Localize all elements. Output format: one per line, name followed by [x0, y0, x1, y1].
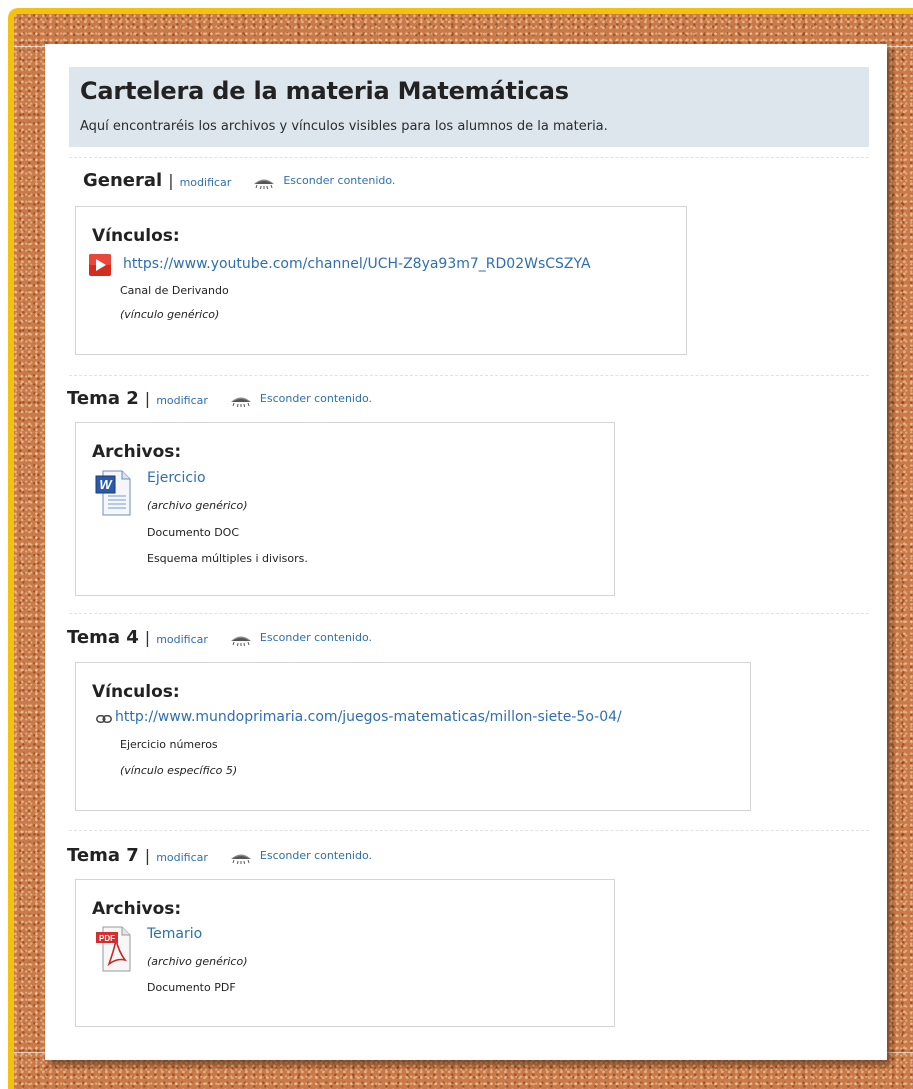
closed-eye-icon — [230, 397, 251, 407]
board-header: Cartelera de la materia Matemáticas Aquí… — [69, 67, 869, 147]
section-title: General — [83, 170, 163, 191]
section-title: Tema 7 — [67, 845, 139, 866]
modify-link[interactable]: modificar — [156, 394, 208, 407]
section-header-tema-7: Tema 7 | modificar Esconder contenido. — [67, 845, 372, 866]
links-box-tema-4: Vínculos: http://www.mundoprimaria.com/j… — [75, 662, 751, 811]
file-link-temario[interactable]: Temario — [147, 926, 202, 942]
page-title: Cartelera de la materia Matemáticas — [80, 77, 569, 105]
youtube-channel-link[interactable]: https://www.youtube.com/channel/UCH-Z8ya… — [123, 256, 591, 272]
box-title: Vínculos: — [92, 682, 180, 702]
svg-text:PDF: PDF — [99, 934, 115, 943]
link-type: (vínculo específico 5) — [120, 764, 238, 777]
youtube-play-icon — [89, 254, 111, 276]
file-description: Esquema múltiples i divisors. — [147, 552, 308, 565]
section-title: Tema 2 — [67, 388, 139, 409]
separator: | — [144, 389, 151, 408]
files-box-tema-7: Archivos: PDF Temario (archivo genérico)… — [75, 879, 615, 1027]
file-link-ejercicio[interactable]: Ejercicio — [147, 470, 206, 486]
file-format: Documento PDF — [147, 981, 236, 994]
pdf-document-icon: PDF — [96, 926, 131, 972]
file-type: (archivo genérico) — [147, 955, 248, 968]
section-divider — [69, 157, 869, 158]
board-paper: Cartelera de la materia Matemáticas Aquí… — [45, 44, 887, 1060]
link-type: (vínculo genérico) — [120, 308, 220, 321]
files-box-tema-2: Archivos: W Ejercicio (archivo genérico)… — [75, 422, 615, 596]
closed-eye-icon — [254, 179, 275, 189]
file-format: Documento DOC — [147, 526, 240, 539]
hide-content-button[interactable]: Esconder contenido. — [253, 173, 396, 189]
word-document-icon: W — [95, 470, 131, 516]
link-description: Ejercicio números — [120, 738, 218, 751]
hide-content-label: Esconder contenido. — [259, 848, 372, 862]
section-divider — [69, 375, 869, 376]
hide-content-button[interactable]: Esconder contenido. — [230, 391, 372, 407]
hide-content-button[interactable]: Esconder contenido. — [230, 630, 372, 646]
chain-link-icon — [96, 715, 112, 723]
svg-text:W: W — [99, 477, 113, 492]
file-type: (archivo genérico) — [147, 499, 248, 512]
box-title: Archivos: — [92, 899, 182, 919]
section-divider — [69, 613, 869, 614]
box-title: Archivos: — [92, 442, 182, 462]
closed-eye-icon — [230, 636, 251, 646]
closed-eye-icon — [230, 854, 251, 864]
modify-link[interactable]: modificar — [156, 633, 208, 646]
modify-link[interactable]: modificar — [156, 851, 208, 864]
separator: | — [144, 628, 151, 647]
hide-content-label: Esconder contenido. — [259, 391, 372, 405]
external-link[interactable]: http://www.mundoprimaria.com/juegos-mate… — [115, 709, 622, 725]
separator: | — [168, 171, 174, 190]
links-box-general: Vínculos: https://www.youtube.com/channe… — [75, 206, 687, 355]
page-subtitle: Aquí encontraréis los archivos y vínculo… — [80, 119, 608, 134]
section-header-general: General | modificar Esconder contenido. — [83, 170, 395, 191]
section-header-tema-4: Tema 4 | modificar Esconder contenido. — [67, 627, 372, 648]
link-description: Canal de Derivando — [120, 284, 229, 297]
separator: | — [144, 846, 151, 865]
hide-content-label: Esconder contenido. — [259, 630, 372, 644]
modify-link[interactable]: modificar — [180, 176, 232, 189]
box-title: Vínculos: — [92, 226, 180, 246]
section-divider — [69, 830, 869, 831]
hide-content-label: Esconder contenido. — [283, 173, 396, 187]
section-header-tema-2: Tema 2 | modificar Esconder contenido. — [67, 388, 372, 409]
hide-content-button[interactable]: Esconder contenido. — [230, 848, 372, 864]
section-title: Tema 4 — [67, 627, 139, 648]
